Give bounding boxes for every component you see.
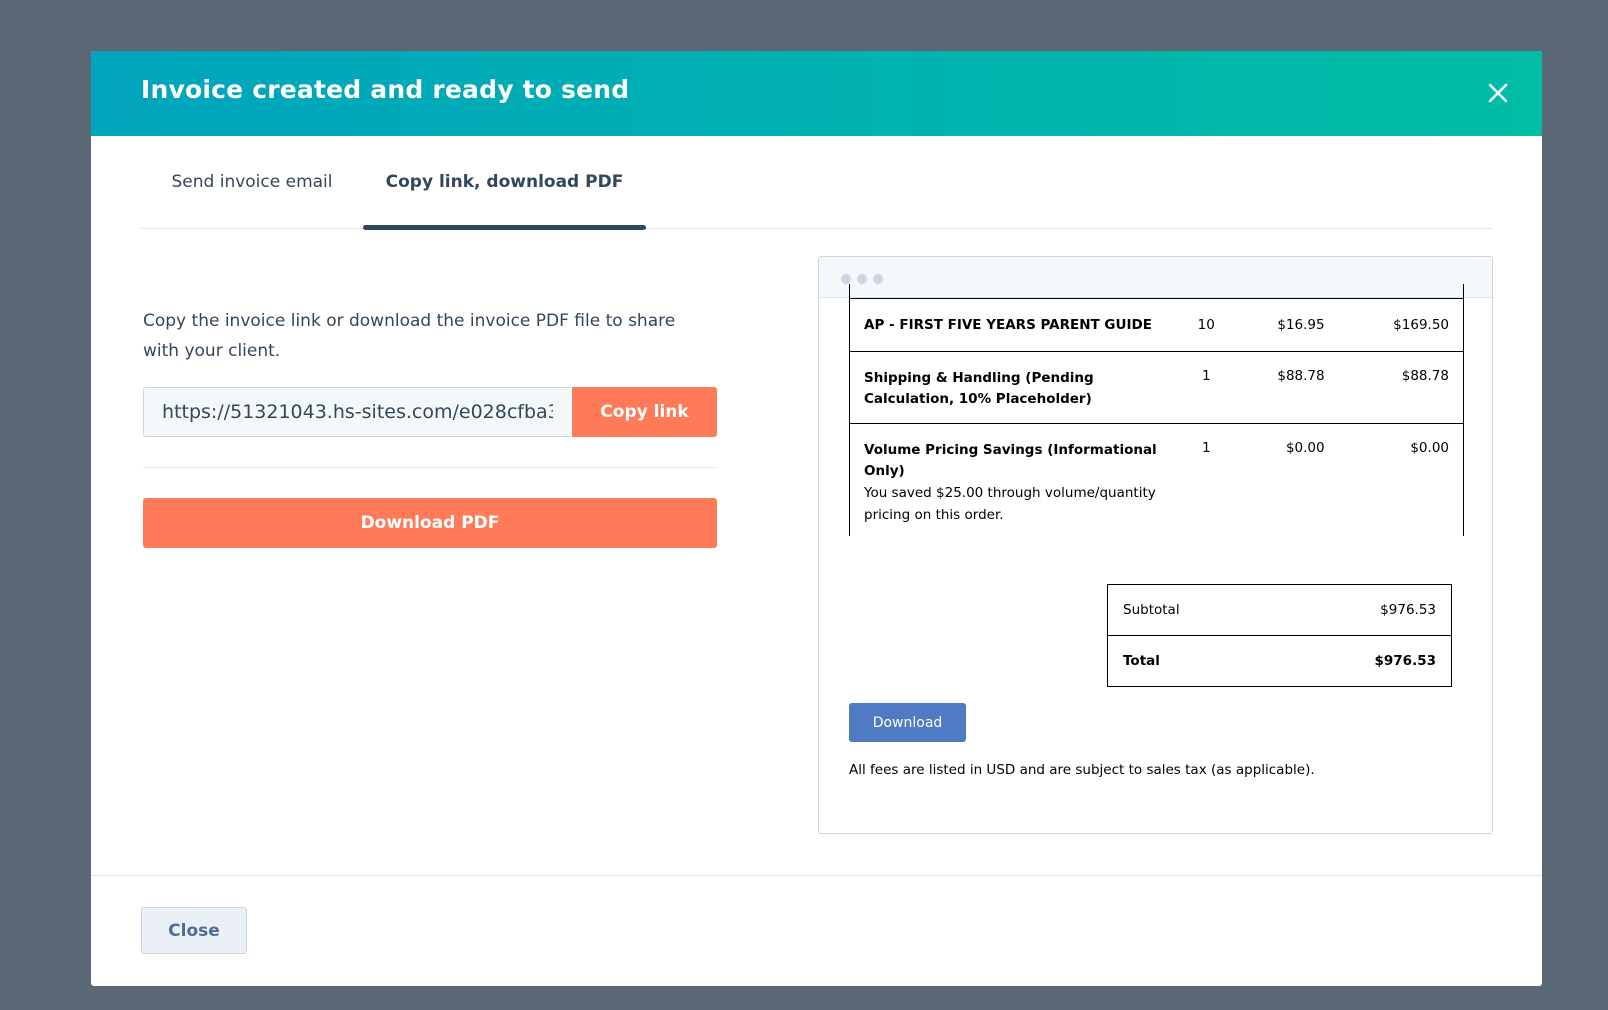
close-icon[interactable] [1486, 81, 1510, 105]
line-item-name: Volume Pricing Savings (Informational On… [864, 442, 1157, 479]
line-item-amount: $0.00 [1338, 423, 1464, 536]
preview-download-button[interactable]: Download [849, 703, 966, 742]
invoice-link-input[interactable] [143, 387, 571, 437]
tab-copy-link-download-pdf[interactable]: Copy link, download PDF [363, 136, 646, 230]
download-pdf-button[interactable]: Download PDF [143, 498, 717, 548]
total-row: Total $976.53 [1108, 635, 1451, 686]
window-dot-icon [857, 274, 867, 284]
line-item-qty: 1 [1201, 440, 1211, 456]
subtotal-label: Subtotal [1123, 602, 1180, 618]
fees-note: All fees are listed in USD and are subje… [849, 762, 1315, 778]
line-item-name: AP - FIRST FIVE YEARS PARENT GUIDE [864, 316, 1152, 333]
copy-description: Copy the invoice link or download the in… [143, 311, 676, 361]
line-item-unit-price: $16.95 [1277, 317, 1325, 333]
window-dot-icon [841, 274, 851, 284]
tab-bar: Send invoice email Copy link, download P… [141, 136, 1492, 230]
line-item-amount: $169.50 [1338, 298, 1464, 352]
subtotal-row: Subtotal $976.53 [1108, 585, 1451, 635]
modal-footer: Close [91, 875, 1542, 986]
line-item-name: Shipping & Handling (Pending Calculation… [864, 370, 1094, 407]
table-row [848, 284, 1464, 299]
invoice-preview: AP - FIRST FIVE YEARS PARENT GUIDE 10 $1… [818, 256, 1493, 834]
line-item-unit-price: $0.00 [1285, 440, 1325, 456]
close-button[interactable]: Close [141, 907, 247, 954]
totals-table: Subtotal $976.53 Total $976.53 [1107, 584, 1452, 687]
total-label: Total [1123, 653, 1160, 669]
line-items-table: AP - FIRST FIVE YEARS PARENT GUIDE 10 $1… [848, 284, 1464, 536]
divider [143, 467, 717, 468]
line-item-qty: 10 [1197, 317, 1215, 333]
table-row: AP - FIRST FIVE YEARS PARENT GUIDE 10 $1… [848, 298, 1464, 352]
modal-header: Invoice created and ready to send [91, 51, 1542, 136]
subtotal-value: $976.53 [1380, 602, 1436, 618]
line-item-unit-price: $88.78 [1277, 368, 1325, 384]
invoice-modal: Invoice created and ready to send Send i… [91, 51, 1542, 986]
tab-send-invoice-email[interactable]: Send invoice email [141, 136, 363, 228]
copy-link-button[interactable]: Copy link [572, 387, 717, 437]
line-item-qty: 1 [1201, 368, 1211, 384]
modal-title: Invoice created and ready to send [141, 75, 630, 104]
window-dot-icon [873, 274, 883, 284]
total-value: $976.53 [1374, 653, 1437, 669]
table-row: Volume Pricing Savings (Informational On… [848, 423, 1464, 536]
line-item-amount: $88.78 [1338, 351, 1464, 424]
table-row: Shipping & Handling (Pending Calculation… [848, 351, 1464, 424]
line-item-description: You saved $25.00 through volume/quantity… [864, 485, 1156, 523]
